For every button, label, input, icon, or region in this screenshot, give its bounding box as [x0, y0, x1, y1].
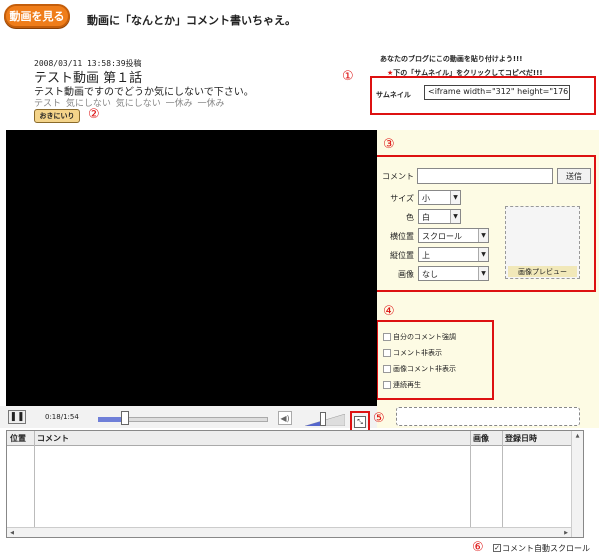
- option-checkbox[interactable]: [383, 365, 391, 373]
- image-select[interactable]: なし ▼: [418, 266, 489, 281]
- favorite-button[interactable]: おきにいり: [34, 109, 80, 123]
- pause-button[interactable]: ❚❚: [8, 410, 26, 424]
- marker-1: ①: [342, 69, 354, 84]
- hpos-value: スクロール: [422, 232, 462, 241]
- size-select[interactable]: 小 ▼: [418, 190, 461, 205]
- video-player[interactable]: [6, 130, 377, 406]
- image-value: なし: [422, 270, 438, 279]
- option-label: コメント非表示: [393, 349, 442, 357]
- comment-table: [6, 430, 584, 538]
- column-header-image[interactable]: 画像: [470, 431, 502, 446]
- embed-hint-2-text: 下の「サムネイル」をクリックしてコピペだ!!!: [393, 69, 543, 77]
- vpos-value: 上: [422, 251, 430, 260]
- volume-handle[interactable]: [320, 412, 326, 426]
- vertical-scrollbar[interactable]: ▲: [571, 431, 583, 537]
- site-logo[interactable]: 動画を見る: [4, 4, 70, 28]
- chevron-down-icon: ▼: [478, 267, 488, 280]
- vpos-label: 縦位置: [390, 251, 414, 260]
- marker-5: ⑤: [373, 411, 385, 426]
- column-divider: [502, 431, 503, 537]
- chevron-down-icon: ▼: [478, 229, 488, 242]
- embed-hint-2: ★下の「サムネイル」をクリックしてコピペだ!!!: [387, 68, 543, 78]
- scroll-up-icon[interactable]: ▲: [572, 431, 583, 441]
- seek-handle[interactable]: [121, 411, 129, 425]
- column-header-comment[interactable]: コメント: [34, 431, 470, 446]
- marker-6: ⑥: [472, 540, 484, 555]
- color-select[interactable]: 白 ▼: [418, 209, 461, 224]
- speaker-icon[interactable]: ◀): [278, 411, 292, 425]
- scroll-right-icon[interactable]: ▶: [561, 528, 571, 537]
- video-tags[interactable]: テスト 気にしない 気にしない 一休み 一休み: [34, 96, 224, 109]
- autoscroll-checkbox[interactable]: ✓: [493, 544, 501, 552]
- image-preview-label: 画像プレビュー: [508, 266, 577, 277]
- send-button[interactable]: 送信: [557, 168, 591, 184]
- column-divider: [34, 431, 35, 537]
- horizontal-scrollbar[interactable]: ◀ ▶: [7, 527, 571, 537]
- image-label: 画像: [398, 270, 414, 279]
- size-value: 小: [422, 194, 430, 203]
- column-divider: [470, 431, 471, 537]
- logo-text: 動画を見る: [9, 10, 65, 23]
- color-label: 色: [406, 213, 414, 222]
- tagline: 動画に「なんとか」コメント書いちゃえ。: [87, 14, 296, 27]
- size-label: サイズ: [390, 194, 414, 203]
- marker-2: ②: [88, 107, 100, 122]
- option-checkbox[interactable]: [383, 381, 391, 389]
- message-box: [396, 407, 580, 426]
- autoscroll-label: コメント自動スクロール: [502, 544, 590, 553]
- marker-4: ④: [383, 304, 395, 319]
- column-header-datetime[interactable]: 登録日時: [502, 431, 571, 446]
- comment-input[interactable]: [417, 168, 553, 184]
- color-value: 白: [422, 213, 430, 222]
- embed-code-field[interactable]: <iframe width="312" height="176": [424, 85, 570, 100]
- chevron-down-icon: ▼: [450, 210, 460, 223]
- chevron-down-icon: ▼: [478, 248, 488, 261]
- option-checkbox[interactable]: [383, 349, 391, 357]
- vpos-select[interactable]: 上 ▼: [418, 247, 489, 262]
- chevron-down-icon: ▼: [450, 191, 460, 204]
- comment-label: コメント: [382, 172, 414, 181]
- time-display: 0:18/1:54: [45, 413, 79, 421]
- option-checkbox[interactable]: [383, 333, 391, 341]
- column-header-position[interactable]: 位置: [7, 431, 34, 446]
- option-label: 画像コメント非表示: [393, 365, 456, 373]
- scroll-left-icon[interactable]: ◀: [7, 528, 17, 537]
- option-label: 自分のコメント強調: [393, 333, 456, 341]
- hpos-select[interactable]: スクロール ▼: [418, 228, 489, 243]
- fullscreen-icon: ⤡: [357, 417, 363, 426]
- pause-icon: ❚❚: [9, 412, 25, 422]
- option-label: 連続再生: [393, 381, 421, 389]
- embed-hint-1: あなたのブログにこの動画を貼り付けよう!!!: [380, 55, 523, 63]
- marker-3: ③: [383, 137, 395, 152]
- fullscreen-button[interactable]: ⤡: [354, 416, 366, 428]
- thumbnail-label[interactable]: サムネイル: [376, 90, 411, 100]
- hpos-label: 横位置: [390, 232, 414, 241]
